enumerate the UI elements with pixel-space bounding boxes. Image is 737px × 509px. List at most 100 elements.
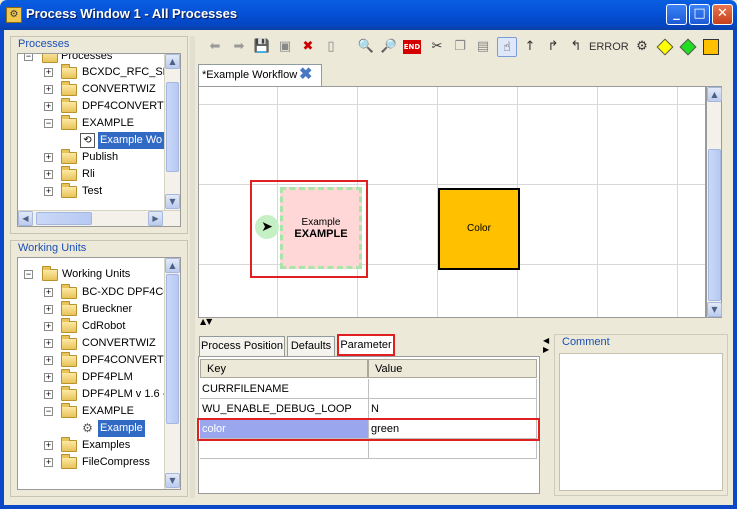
scroll-up-icon[interactable]: ▲ — [707, 87, 722, 102]
tab-defaults[interactable]: Defaults — [287, 336, 335, 356]
table-row-key[interactable]: WU_ENABLE_DEBUG_LOOP — [200, 399, 369, 419]
cut-icon[interactable]: ✂ — [427, 37, 447, 57]
tree-item-selected[interactable]: ⚙ Example — [18, 420, 178, 437]
search-icon[interactable]: 🔍 — [356, 37, 376, 57]
column-header-value[interactable]: Value — [368, 359, 537, 378]
processes-hscroll[interactable]: ◀ ▶ — [18, 210, 180, 226]
tree-item[interactable]: + DPF4PLM — [18, 369, 178, 386]
collapse-icon[interactable]: − — [24, 270, 33, 279]
tree-item[interactable]: + Examples — [18, 437, 178, 454]
expand-icon[interactable]: + — [44, 68, 53, 77]
expand-icon[interactable]: + — [44, 441, 53, 450]
title-bar[interactable]: ⚙ Process Window 1 - All Processes _ □ ✕ — [0, 0, 737, 30]
expand-icon[interactable]: + — [44, 339, 53, 348]
tree-item[interactable]: + CONVERTWIZ — [18, 335, 178, 352]
expand-icon[interactable]: + — [44, 153, 53, 162]
splitter-arrows-icon[interactable]: ▲▼ — [200, 317, 212, 326]
tree-item[interactable]: − EXAMPLE — [18, 403, 178, 420]
tree-item[interactable]: + Test — [18, 183, 178, 200]
tab-process-position[interactable]: Process Position — [199, 336, 285, 356]
expand-icon[interactable]: + — [44, 85, 53, 94]
tree-item[interactable]: + BCXDC_RFC_SE — [18, 64, 178, 81]
vertical-splitter[interactable] — [190, 36, 195, 498]
tree-item[interactable]: − EXAMPLE — [18, 115, 178, 132]
tree-item[interactable]: + DPF4CONVERT — [18, 352, 178, 369]
hand-icon[interactable]: ☝ — [497, 37, 517, 57]
loop-icon[interactable]: ↰ — [566, 37, 586, 57]
expand-icon[interactable]: + — [44, 187, 53, 196]
scroll-down-icon[interactable]: ▼ — [165, 194, 180, 209]
end-icon[interactable]: END — [403, 40, 421, 54]
scroll-thumb[interactable] — [166, 274, 179, 424]
tree-item-selected[interactable]: ⟲ Example Wo — [18, 132, 178, 149]
gear-icon[interactable]: ⚙ — [632, 37, 652, 57]
collapse-icon[interactable]: − — [44, 119, 53, 128]
start-arrow-icon[interactable]: ➤ — [255, 215, 279, 239]
column-header-key[interactable]: Key — [200, 359, 368, 378]
tree-item[interactable]: + DPF4CONVERT — [18, 98, 178, 115]
tree-item[interactable]: + DPF4PLM v 1.6 - — [18, 386, 178, 403]
example-node[interactable]: Example EXAMPLE — [280, 187, 362, 269]
save-icon[interactable]: 💾 — [252, 37, 272, 57]
arrow-up-icon[interactable]: ↑ — [520, 37, 540, 57]
tree-item[interactable]: + FileCompress — [18, 454, 178, 471]
expand-icon[interactable]: + — [44, 305, 53, 314]
comment-splitter[interactable]: ◀ ▶ — [542, 334, 552, 496]
yellow-diamond-icon[interactable] — [655, 37, 675, 57]
arrow-left-icon[interactable]: ⬅ — [205, 37, 225, 57]
new-document-icon[interactable]: ▯ — [321, 37, 341, 57]
expand-icon[interactable]: + — [44, 102, 53, 111]
green-diamond-icon[interactable] — [678, 37, 698, 57]
arrow-right-icon[interactable]: ➡ — [229, 37, 249, 57]
scroll-right-icon[interactable]: ▶ — [148, 211, 163, 226]
comment-textarea[interactable] — [559, 353, 723, 491]
collapse-icon[interactable]: − — [24, 54, 33, 61]
scroll-up-icon[interactable]: ▲ — [165, 54, 180, 69]
expand-icon[interactable]: + — [44, 288, 53, 297]
scroll-down-icon[interactable]: ▼ — [707, 302, 722, 317]
table-row-key[interactable]: CURRFILENAME — [200, 379, 369, 399]
tree-item[interactable]: + Publish — [18, 149, 178, 166]
expand-icon[interactable]: + — [44, 356, 53, 365]
delete-icon[interactable]: ✖ — [298, 37, 318, 57]
expand-icon[interactable]: + — [44, 390, 53, 399]
paste-icon[interactable]: ▤ — [473, 37, 493, 57]
branch-icon[interactable]: ↱ — [543, 37, 563, 57]
color-node[interactable]: Color — [438, 188, 520, 270]
tree-item[interactable]: + BC-XDC DPF4CO — [18, 284, 178, 301]
maximize-button[interactable]: □ — [689, 4, 710, 25]
close-button[interactable]: ✕ — [712, 4, 733, 25]
horizontal-splitter[interactable]: ▲▼ — [198, 317, 728, 331]
scroll-thumb[interactable] — [708, 149, 721, 301]
tree-item[interactable]: + CONVERTWIZ — [18, 81, 178, 98]
expand-icon[interactable]: + — [44, 458, 53, 467]
search-replace-icon[interactable]: 🔎 — [379, 37, 399, 57]
tab-parameter[interactable]: Parameter — [337, 334, 395, 356]
table-row-value[interactable] — [369, 379, 537, 399]
workflow-canvas[interactable]: ➤ Example EXAMPLE Color — [198, 86, 706, 318]
scroll-left-icon[interactable]: ◀ — [18, 211, 33, 226]
table-row-key[interactable] — [200, 439, 369, 459]
save-all-icon[interactable]: ▣ — [275, 37, 295, 57]
expand-icon[interactable]: + — [44, 322, 53, 331]
expand-icon[interactable]: + — [44, 373, 53, 382]
tab-example-workflow[interactable]: *Example Workflow ✖ — [198, 64, 322, 86]
error-icon[interactable]: ERROR — [589, 37, 629, 57]
scroll-down-icon[interactable]: ▼ — [165, 473, 180, 488]
tree-item[interactable]: + Rli — [18, 166, 178, 183]
table-row-value[interactable] — [369, 439, 537, 459]
expand-icon[interactable]: + — [44, 170, 53, 179]
working-units-vscroll[interactable]: ▲ ▼ — [164, 258, 180, 489]
scroll-up-icon[interactable]: ▲ — [165, 258, 180, 273]
orange-square-icon[interactable] — [701, 37, 721, 57]
scroll-thumb[interactable] — [36, 212, 92, 225]
close-tab-icon[interactable]: ✖ — [299, 65, 312, 85]
scroll-thumb[interactable] — [166, 82, 179, 172]
copy-icon[interactable]: ❐ — [450, 37, 470, 57]
tree-item[interactable]: + Brueckner — [18, 301, 178, 318]
minimize-button[interactable]: _ — [666, 4, 687, 25]
table-row-value[interactable]: N — [369, 399, 537, 419]
processes-vscroll[interactable]: ▲ ▼ — [164, 54, 180, 210]
canvas-vscroll[interactable]: ▲ ▼ — [706, 86, 722, 318]
tree-item[interactable]: − Working Units — [18, 266, 178, 283]
